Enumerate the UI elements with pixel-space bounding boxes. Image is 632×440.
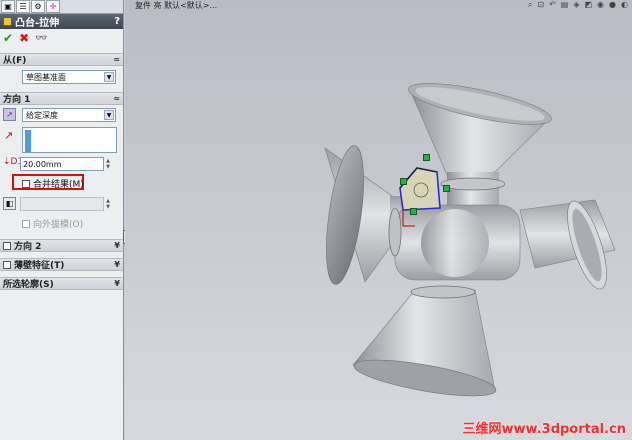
expand-chevron-icon: ¥ — [114, 279, 120, 288]
selection-marker — [25, 130, 31, 152]
drag-handle[interactable] — [410, 208, 417, 215]
direction1-section-body: ↗ 给定深度 ▼ ↗ ⇣D1 20.00mm ▲ ▼ 合并结果(M) ◧ ▲ ▼ 向… — [0, 105, 123, 235]
selected-contours-section-header[interactable]: 所选轮廓(S) ¥ — [0, 277, 123, 290]
drag-handle[interactable] — [423, 154, 430, 161]
action-buttons: ✔ ✖ 👓 — [0, 29, 123, 47]
property-manager-tab[interactable]: ☰ — [16, 0, 30, 13]
center-hub — [388, 204, 521, 281]
model-render — [324, 83, 616, 397]
manager-tabs: ▣ ☰ ⚙ ✛ — [0, 0, 123, 14]
collapse-chevron-icon: ≈ — [113, 94, 120, 103]
property-manager-panel: ▣ ☰ ⚙ ✛ 凸台-拉伸 ? ✔ ✖ 👓 从(F) ≈ 草图基准面 ▼ 方向 … — [0, 0, 124, 440]
draft-toggle-button[interactable]: ◧ — [3, 197, 16, 210]
ok-button[interactable]: ✔ — [3, 31, 13, 45]
detailed-preview-icon[interactable]: 👓 — [35, 33, 47, 44]
merge-result-label: 合并结果(M) — [33, 180, 84, 190]
spin-arrows-icon: ▲ ▼ — [106, 198, 110, 210]
configuration-manager-tab[interactable]: ⚙ — [31, 0, 45, 13]
draft-outward-checkbox[interactable] — [22, 219, 30, 228]
help-button[interactable]: ? — [114, 16, 120, 27]
depth-value: 20.00mm — [23, 159, 62, 169]
dimxpert-tab[interactable]: ✛ — [46, 0, 60, 13]
graphics-viewport[interactable]: 复件 亮 默认<默认>... ⌕ ⊡ ↶ ▤ ◈ ◩ ◉ ● ◐ 三维网www.… — [125, 0, 632, 440]
feature-manager-icon: ▣ — [4, 2, 12, 11]
dimxpert-icon: ✛ — [49, 2, 57, 11]
reverse-direction-icon: ↗ — [6, 110, 13, 119]
from-section-label: 从(F) — [3, 56, 27, 66]
start-condition-value: 草图基准面 — [26, 72, 66, 82]
chevron-down-icon: ▼ — [104, 110, 114, 120]
merge-result-row[interactable]: 合并结果(M) — [22, 177, 84, 190]
extrude-feature-icon — [3, 17, 12, 26]
expand-chevron-icon: ¥ — [114, 241, 120, 250]
feature-title-bar: 凸台-拉伸 ? — [0, 14, 123, 29]
direction-vector-icon: ↗ — [4, 129, 14, 142]
feature-title: 凸台-拉伸 — [15, 18, 60, 29]
direction2-section-header[interactable]: 方向 2 ¥ — [0, 239, 123, 252]
bottom-funnel — [352, 285, 497, 397]
property-manager-icon: ☰ — [19, 2, 27, 11]
cancel-button[interactable]: ✖ — [19, 31, 29, 45]
direction1-label: 方向 1 — [3, 95, 31, 105]
thin-feature-section-header[interactable]: 薄壁特征(T) ¥ — [0, 258, 123, 271]
start-condition-dropdown[interactable]: 草图基准面 ▼ — [22, 70, 116, 84]
direction2-checkbox[interactable] — [3, 241, 11, 250]
selected-contours-label: 所选轮廓(S) — [3, 280, 54, 290]
reverse-direction-button[interactable]: ↗ — [3, 108, 16, 121]
direction2-label: 方向 2 — [14, 242, 42, 252]
thin-feature-label: 薄壁特征(T) — [14, 261, 65, 271]
merge-result-checkbox[interactable] — [22, 179, 30, 188]
from-section-body: 草图基准面 ▼ — [0, 66, 123, 88]
expand-chevron-icon: ¥ — [114, 260, 120, 269]
draft-outward-row[interactable]: 向外拔模(O) — [22, 217, 83, 230]
collapse-chevron-icon: ≈ — [113, 55, 120, 64]
drag-handle[interactable] — [443, 185, 450, 192]
end-condition-dropdown[interactable]: 给定深度 ▼ — [22, 108, 116, 122]
feature-manager-tab[interactable]: ▣ — [1, 0, 15, 13]
spin-arrows-icon[interactable]: ▲ ▼ — [104, 158, 112, 171]
draft-angle-spinbox[interactable]: ▲ ▼ — [20, 197, 110, 211]
thin-feature-checkbox[interactable] — [3, 260, 11, 269]
from-section-header[interactable]: 从(F) ≈ — [0, 53, 123, 66]
draft-icon: ◧ — [5, 199, 14, 208]
chevron-down-icon: ▼ — [104, 72, 114, 82]
watermark: 三维网www.3dportal.cn — [462, 422, 626, 437]
end-condition-value: 给定深度 — [26, 110, 58, 120]
drag-handle[interactable] — [400, 178, 407, 185]
configuration-manager-icon: ⚙ — [34, 2, 42, 11]
direction-selection-box[interactable] — [22, 127, 117, 153]
direction1-section-header[interactable]: 方向 1 ≈ — [0, 92, 123, 105]
depth-spinbox[interactable]: 20.00mm ▲ ▼ — [20, 157, 110, 171]
draft-outward-label: 向外拔模(O) — [33, 220, 84, 230]
right-funnel — [505, 199, 616, 290]
